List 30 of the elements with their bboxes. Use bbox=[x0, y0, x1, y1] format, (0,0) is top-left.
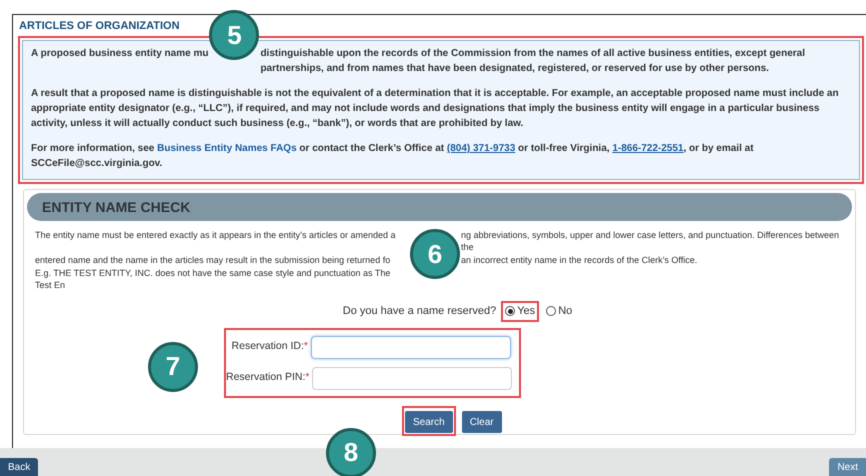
input-field[interactable] bbox=[311, 336, 511, 358]
notice-text: A proposed business entity name mu bbox=[31, 47, 208, 61]
callout-badge: 5 bbox=[209, 10, 260, 60]
callout-badge: 6 bbox=[410, 229, 460, 279]
notice-text: A result that a proposed name is distinguishable is not the equivalent of a determination that it is acceptable. For example, an acceptable proposed name must include an appropriate entity designator (e.g., “LLC”), if required, and may not include words and designations that imply the business entity will engage in a particular business activity, unless it will actually conduct such business (e.g., “bank”), or words that are prohibited by law. bbox=[31, 87, 840, 131]
field-label: Reservation PIN:* bbox=[226, 370, 310, 386]
page-title: ARTICLES OF ORGANIZATION bbox=[19, 20, 180, 32]
radio-label: No bbox=[558, 304, 572, 319]
question-label: Do you have a name reserved? bbox=[342, 304, 496, 319]
instruction-text: E.g. THE TEST ENTITY, INC. does not have the same case style and punctuation as The Test En bbox=[35, 267, 392, 291]
radio-button[interactable] bbox=[546, 306, 556, 316]
clear-button[interactable]: Clear bbox=[462, 411, 502, 433]
phone-link[interactable]: (804) 371-9733 bbox=[446, 143, 516, 154]
callout-badge: 7 bbox=[148, 342, 198, 392]
search-button[interactable]: Search bbox=[405, 411, 453, 433]
section-header: ENTITY NAME CHECK bbox=[27, 193, 852, 221]
faq-link[interactable]: Business Entity Names FAQs bbox=[157, 143, 297, 154]
notice-text: distinguishable upon the records of the Commission from the names of all active business entities, except general partnerships, and from names that have been designated, registered, or reserved for use by other persons. bbox=[260, 47, 806, 76]
field-label: Reservation ID:* bbox=[230, 339, 308, 354]
instruction-text: entered name and the name in the articles may result in the submission being returned fo bbox=[35, 254, 392, 266]
callout-badge: 8 bbox=[326, 428, 376, 476]
radio-button[interactable] bbox=[505, 306, 516, 316]
next-button[interactable]: Next bbox=[829, 458, 866, 476]
phone-link[interactable]: 1-866-722-2551 bbox=[612, 143, 684, 154]
notice-text: For more information, see Business Entity Names FAQs or contact the Clerk’s Office at (804) 371-9733 or toll-free Virginia, 1-866-722-2551, or by email at SCCeFile@scc.virginia.gov. bbox=[31, 142, 755, 171]
back-button[interactable]: Back bbox=[0, 458, 38, 476]
instruction-text: an incorrect entity name in the records of the Clerk’s Office. bbox=[461, 254, 698, 266]
radio-label: Yes bbox=[517, 304, 536, 319]
instruction-text: The entity name must be entered exactly as it appears in the entity’s articles or amended a bbox=[35, 229, 397, 242]
input-field[interactable] bbox=[312, 366, 512, 390]
